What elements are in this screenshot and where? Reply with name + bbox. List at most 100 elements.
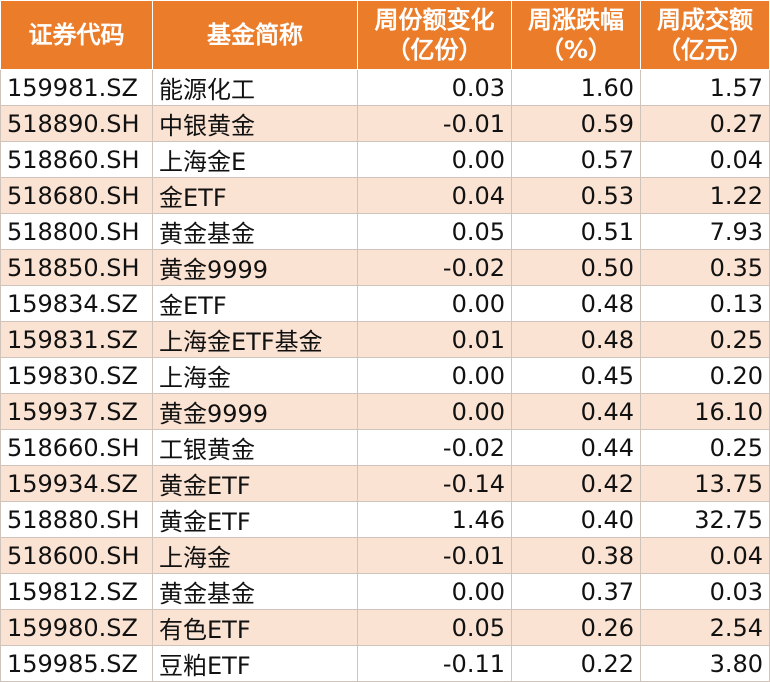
cell-share-change: 0.05 xyxy=(357,609,512,646)
table-row: 518600.SH 上海金 -0.01 0.38 0.04 xyxy=(0,537,770,574)
cell-pct-change: 0.45 xyxy=(511,357,641,394)
table-row: 159985.SZ 豆粕ETF -0.11 0.22 3.80 xyxy=(0,645,770,682)
header-pct-change-unit: （%） xyxy=(539,36,613,64)
cell-share-change: -0.02 xyxy=(357,429,512,466)
cell-share-change: 0.00 xyxy=(357,573,512,610)
cell-code: 518600.SH xyxy=(0,537,153,574)
cell-pct-change: 0.48 xyxy=(511,321,641,358)
cell-share-change: 0.00 xyxy=(357,357,512,394)
cell-code: 518680.SH xyxy=(0,177,153,214)
cell-name: 黄金ETF xyxy=(152,465,358,502)
cell-pct-change: 0.26 xyxy=(511,609,641,646)
table-row: 159834.SZ 金ETF 0.00 0.48 0.13 xyxy=(0,285,770,322)
cell-turnover: 0.04 xyxy=(640,537,770,574)
header-turnover-unit: （亿元） xyxy=(657,36,753,64)
cell-code: 518880.SH xyxy=(0,501,153,538)
cell-name: 能源化工 xyxy=(152,69,358,106)
table-row: 159934.SZ 黄金ETF -0.14 0.42 13.75 xyxy=(0,465,770,502)
cell-code: 518800.SH xyxy=(0,213,153,250)
cell-turnover: 0.35 xyxy=(640,249,770,286)
cell-turnover: 1.57 xyxy=(640,69,770,106)
cell-turnover: 3.80 xyxy=(640,645,770,682)
table-row: 518850.SH 黄金9999 -0.02 0.50 0.35 xyxy=(0,249,770,286)
cell-code: 159812.SZ xyxy=(0,573,153,610)
cell-code: 159980.SZ xyxy=(0,609,153,646)
table-row: 159812.SZ 黄金基金 0.00 0.37 0.03 xyxy=(0,573,770,610)
cell-turnover: 0.27 xyxy=(640,105,770,142)
table-row: 159937.SZ 黄金9999 0.00 0.44 16.10 xyxy=(0,393,770,430)
cell-share-change: -0.14 xyxy=(357,465,512,502)
table-row: 159830.SZ 上海金 0.00 0.45 0.20 xyxy=(0,357,770,394)
cell-pct-change: 0.22 xyxy=(511,645,641,682)
cell-pct-change: 0.59 xyxy=(511,105,641,142)
header-share-change-title: 周份额变化 xyxy=(374,6,495,34)
header-pct-change-title: 周涨跌幅 xyxy=(528,6,624,34)
cell-name: 上海金 xyxy=(152,357,358,394)
cell-share-change: 0.00 xyxy=(357,285,512,322)
cell-pct-change: 0.50 xyxy=(511,249,641,286)
header-turnover-title: 周成交额 xyxy=(657,6,753,34)
table-header: 证券代码 基金简称 周份额变化 （亿份） 周涨跌幅 （%） 周成交额 （亿元） xyxy=(0,0,770,70)
cell-pct-change: 0.44 xyxy=(511,393,641,430)
table-row: 518660.SH 工银黄金 -0.02 0.44 0.25 xyxy=(0,429,770,466)
cell-name: 金ETF xyxy=(152,177,358,214)
cell-name: 上海金ETF基金 xyxy=(152,321,358,358)
cell-pct-change: 1.60 xyxy=(511,69,641,106)
header-name: 基金简称 xyxy=(152,0,358,70)
table-row: 518800.SH 黄金基金 0.05 0.51 7.93 xyxy=(0,213,770,250)
table-body: 159981.SZ 能源化工 0.03 1.60 1.57 518890.SH 中银黄金 -… xyxy=(0,69,770,682)
cell-turnover: 32.75 xyxy=(640,501,770,538)
cell-code: 159831.SZ xyxy=(0,321,153,358)
table-row: 518680.SH 金ETF 0.04 0.53 1.22 xyxy=(0,177,770,214)
cell-turnover: 0.03 xyxy=(640,573,770,610)
cell-turnover: 0.25 xyxy=(640,321,770,358)
cell-code: 159934.SZ xyxy=(0,465,153,502)
cell-name: 黄金ETF xyxy=(152,501,358,538)
cell-share-change: 0.01 xyxy=(357,321,512,358)
header-share-change-unit: （亿份） xyxy=(386,36,483,64)
table-row: 518880.SH 黄金ETF 1.46 0.40 32.75 xyxy=(0,501,770,538)
cell-share-change: -0.01 xyxy=(357,537,512,574)
cell-share-change: 0.04 xyxy=(357,177,512,214)
cell-code: 518860.SH xyxy=(0,141,153,178)
cell-name: 黄金基金 xyxy=(152,573,358,610)
cell-name: 金ETF xyxy=(152,285,358,322)
cell-code: 159985.SZ xyxy=(0,645,153,682)
header-pct-change: 周涨跌幅 （%） xyxy=(511,0,641,70)
cell-name: 黄金9999 xyxy=(152,249,358,286)
cell-turnover: 7.93 xyxy=(640,213,770,250)
cell-name: 黄金9999 xyxy=(152,393,358,430)
cell-turnover: 1.22 xyxy=(640,177,770,214)
header-code: 证券代码 xyxy=(0,0,153,70)
cell-name: 上海金E xyxy=(152,141,358,178)
cell-name: 豆粕ETF xyxy=(152,645,358,682)
cell-turnover: 13.75 xyxy=(640,465,770,502)
cell-pct-change: 0.37 xyxy=(511,573,641,610)
cell-share-change: 0.05 xyxy=(357,213,512,250)
cell-share-change: 0.00 xyxy=(357,393,512,430)
cell-share-change: -0.02 xyxy=(357,249,512,286)
cell-turnover: 16.10 xyxy=(640,393,770,430)
cell-pct-change: 0.57 xyxy=(511,141,641,178)
cell-name: 黄金基金 xyxy=(152,213,358,250)
cell-pct-change: 0.44 xyxy=(511,429,641,466)
cell-share-change: -0.11 xyxy=(357,645,512,682)
cell-code: 518890.SH xyxy=(0,105,153,142)
cell-code: 159830.SZ xyxy=(0,357,153,394)
table-row: 159980.SZ 有色ETF 0.05 0.26 2.54 xyxy=(0,609,770,646)
cell-code: 159937.SZ xyxy=(0,393,153,430)
table-row: 518860.SH 上海金E 0.00 0.57 0.04 xyxy=(0,141,770,178)
cell-turnover: 0.25 xyxy=(640,429,770,466)
cell-share-change: 1.46 xyxy=(357,501,512,538)
cell-share-change: 0.00 xyxy=(357,141,512,178)
table-row: 159981.SZ 能源化工 0.03 1.60 1.57 xyxy=(0,69,770,106)
cell-pct-change: 0.40 xyxy=(511,501,641,538)
cell-name: 上海金 xyxy=(152,537,358,574)
header-turnover: 周成交额 （亿元） xyxy=(640,0,770,70)
cell-code: 518660.SH xyxy=(0,429,153,466)
cell-share-change: 0.03 xyxy=(357,69,512,106)
cell-pct-change: 0.51 xyxy=(511,213,641,250)
cell-share-change: -0.01 xyxy=(357,105,512,142)
cell-turnover: 0.20 xyxy=(640,357,770,394)
cell-pct-change: 0.42 xyxy=(511,465,641,502)
